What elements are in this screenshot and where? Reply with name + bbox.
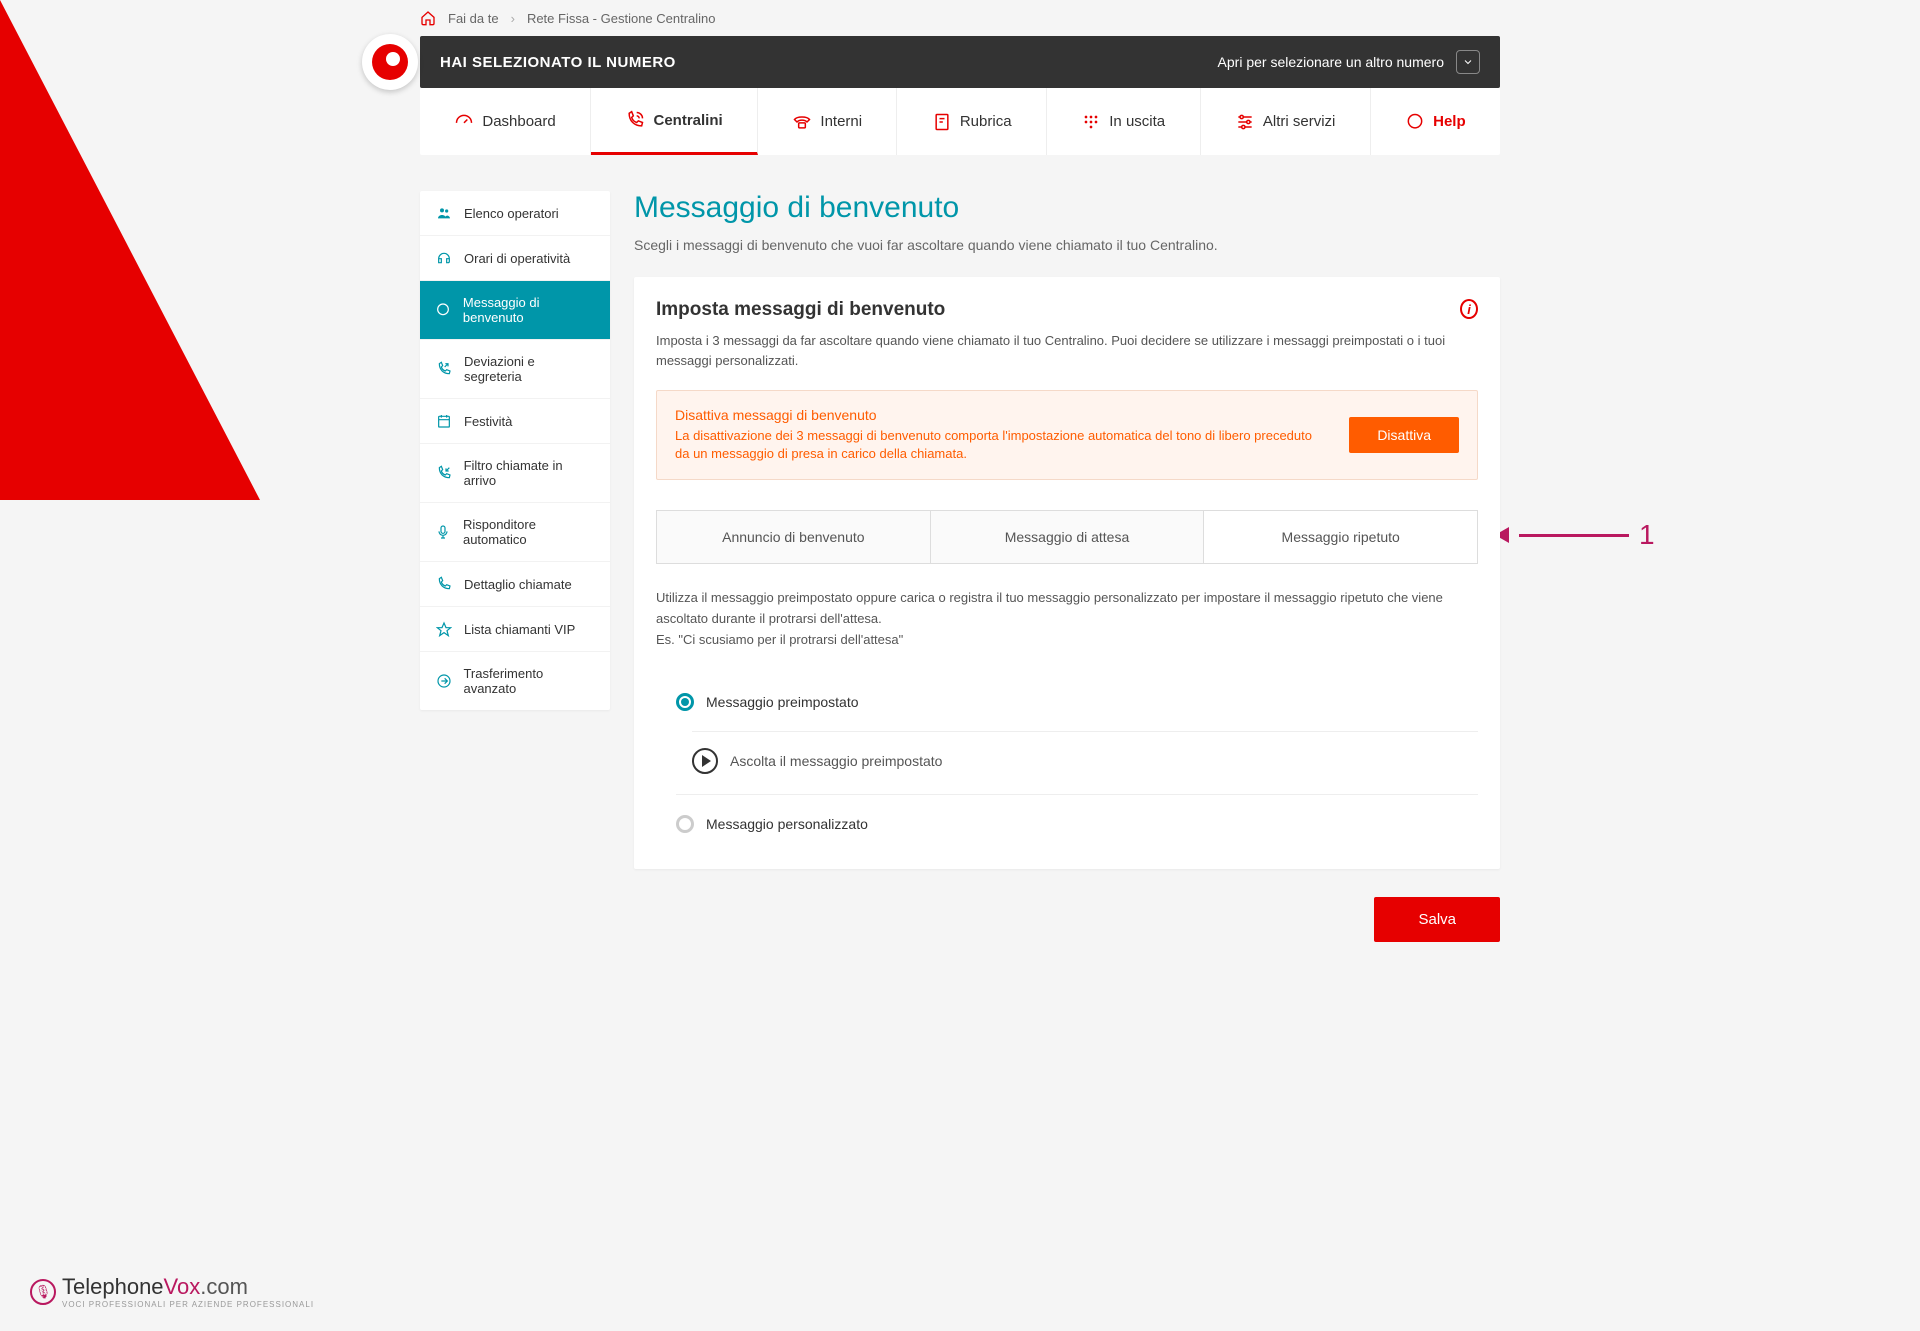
breadcrumb-current: Rete Fissa - Gestione Centralino <box>527 11 716 26</box>
gauge-icon <box>454 112 474 132</box>
breadcrumb-separator: › <box>511 11 515 26</box>
number-selector-bar: HAI SELEZIONATO IL NUMERO Apri per selez… <box>420 36 1500 88</box>
nav-label: In uscita <box>1109 113 1165 130</box>
message-subtabs: Annuncio di benvenuto Messaggio di attes… <box>656 510 1478 564</box>
sidebar-item-elenco-operatori[interactable]: Elenco operatori <box>420 191 610 236</box>
option-label: Messaggio personalizzato <box>706 816 868 832</box>
users-icon <box>434 205 454 221</box>
phone-classic-icon <box>792 112 812 132</box>
sidebar-item-label: Orari di operatività <box>464 251 570 266</box>
nav-label: Dashboard <box>482 113 555 130</box>
sidebar-item-vip[interactable]: Lista chiamanti VIP <box>420 607 610 652</box>
sidebar-item-label: Dettaglio chiamate <box>464 577 572 592</box>
sidebar-item-label: Elenco operatori <box>464 206 559 221</box>
warning-title: Disattiva messaggi di benvenuto <box>675 407 1325 423</box>
nav-interni[interactable]: Interni <box>758 88 897 155</box>
nav-altri-servizi[interactable]: Altri servizi <box>1201 88 1371 155</box>
mic-logo-icon: 🎙 <box>30 1279 56 1305</box>
sidebar-item-label: Festività <box>464 414 512 429</box>
disable-button[interactable]: Disattiva <box>1349 417 1459 453</box>
option-label: Messaggio preimpostato <box>706 694 859 710</box>
sidebar-item-trasferimento[interactable]: Trasferimento avanzato <box>420 652 610 710</box>
play-icon <box>702 755 711 767</box>
nav-in-uscita[interactable]: In uscita <box>1047 88 1201 155</box>
sidebar-item-orari[interactable]: Orari di operatività <box>420 236 610 281</box>
sidebar-item-label: Lista chiamanti VIP <box>464 622 575 637</box>
main-nav: Dashboard Centralini Interni Rubrica In … <box>420 88 1500 155</box>
sliders-icon <box>1235 112 1255 132</box>
sidebar-item-label: Filtro chiamate in arrivo <box>464 458 596 488</box>
headset-icon <box>434 250 454 266</box>
page-title: Messaggio di benvenuto <box>634 191 1500 225</box>
radio-icon <box>676 693 694 711</box>
listen-label: Ascolta il messaggio preimpostato <box>730 753 942 769</box>
vodafone-logo <box>362 34 418 90</box>
nav-centralini[interactable]: Centralini <box>591 88 758 155</box>
sidebar-item-deviazioni[interactable]: Deviazioni e segreteria <box>420 340 610 399</box>
page-subtitle: Scegli i messaggi di benvenuto che vuoi … <box>634 237 1500 253</box>
nav-label: Help <box>1433 113 1466 130</box>
address-book-icon <box>932 112 952 132</box>
nav-label: Rubrica <box>960 113 1012 130</box>
listen-preset-row: Ascolta il messaggio preimpostato <box>656 738 1478 788</box>
play-button[interactable] <box>692 748 718 774</box>
call-incoming-icon <box>434 465 454 481</box>
sidebar-item-festivita[interactable]: Festività <box>420 399 610 444</box>
breadcrumb-home[interactable]: Fai da te <box>448 11 499 26</box>
info-icon[interactable]: i <box>1460 299 1478 319</box>
tab-description: Utilizza il messaggio preimpostato oppur… <box>656 588 1478 650</box>
decorative-triangle <box>0 0 260 500</box>
home-icon[interactable] <box>420 10 436 26</box>
sidebar-item-label: Deviazioni e segreteria <box>464 354 596 384</box>
call-forward-icon <box>434 361 454 377</box>
sidebar-item-filtro[interactable]: Filtro chiamate in arrivo <box>420 444 610 503</box>
sidebar-item-label: Messaggio di benvenuto <box>463 295 596 325</box>
option-preset[interactable]: Messaggio preimpostato <box>656 679 1478 725</box>
save-button[interactable]: Salva <box>1374 897 1500 942</box>
sidebar-item-dettaglio[interactable]: Dettaglio chiamate <box>420 562 610 607</box>
chat-icon <box>1405 112 1425 132</box>
sidebar-item-risponditore[interactable]: Risponditore automatico <box>420 503 610 562</box>
sidebar-item-messaggio-benvenuto[interactable]: Messaggio di benvenuto <box>420 281 610 340</box>
open-selector-button[interactable] <box>1456 50 1480 74</box>
transfer-icon <box>434 673 453 689</box>
nav-dashboard[interactable]: Dashboard <box>420 88 591 155</box>
nav-help[interactable]: Help <box>1371 88 1500 155</box>
dialpad-icon <box>1081 112 1101 132</box>
nav-label: Interni <box>820 113 862 130</box>
nav-rubrica[interactable]: Rubrica <box>897 88 1046 155</box>
calendar-icon <box>434 413 454 429</box>
call-detail-icon <box>434 576 454 592</box>
settings-card: Imposta messaggi di benvenuto Imposta i … <box>634 277 1500 869</box>
annotation-arrow-1: 1 <box>1495 519 1655 551</box>
phone-ring-icon <box>625 110 645 130</box>
radio-icon <box>676 815 694 833</box>
mic-icon <box>434 524 453 540</box>
breadcrumb: Fai da te › Rete Fissa - Gestione Centra… <box>420 0 1500 36</box>
sidebar-item-label: Risponditore automatico <box>463 517 596 547</box>
selected-number-label: HAI SELEZIONATO IL NUMERO <box>440 54 676 71</box>
annotation-number: 1 <box>1639 519 1655 551</box>
star-icon <box>434 621 454 637</box>
warning-text: La disattivazione dei 3 messaggi di benv… <box>675 427 1325 463</box>
telephonevox-logo: 🎙 TelephoneVox.com VOCI PROFESSIONALI PE… <box>30 1274 314 1309</box>
chat-bubble-icon <box>434 302 453 318</box>
divider <box>692 731 1478 732</box>
sidebar-item-label: Trasferimento avanzato <box>463 666 596 696</box>
nav-label: Centralini <box>653 112 722 129</box>
card-description: Imposta i 3 messaggi da far ascoltare qu… <box>656 331 1460 370</box>
card-title: Imposta messaggi di benvenuto <box>656 299 1460 321</box>
open-selector-label: Apri per selezionare un altro numero <box>1218 54 1444 70</box>
option-custom[interactable]: Messaggio personalizzato <box>656 801 1478 847</box>
divider <box>676 794 1478 795</box>
nav-label: Altri servizi <box>1263 113 1336 130</box>
sidebar: Elenco operatori Orari di operatività Me… <box>420 191 610 710</box>
subtab-ripetuto[interactable]: Messaggio ripetuto <box>1204 511 1477 563</box>
subtab-annuncio[interactable]: Annuncio di benvenuto <box>657 511 931 563</box>
subtab-attesa[interactable]: Messaggio di attesa <box>931 511 1205 563</box>
disable-warning-box: Disattiva messaggi di benvenuto La disat… <box>656 390 1478 480</box>
